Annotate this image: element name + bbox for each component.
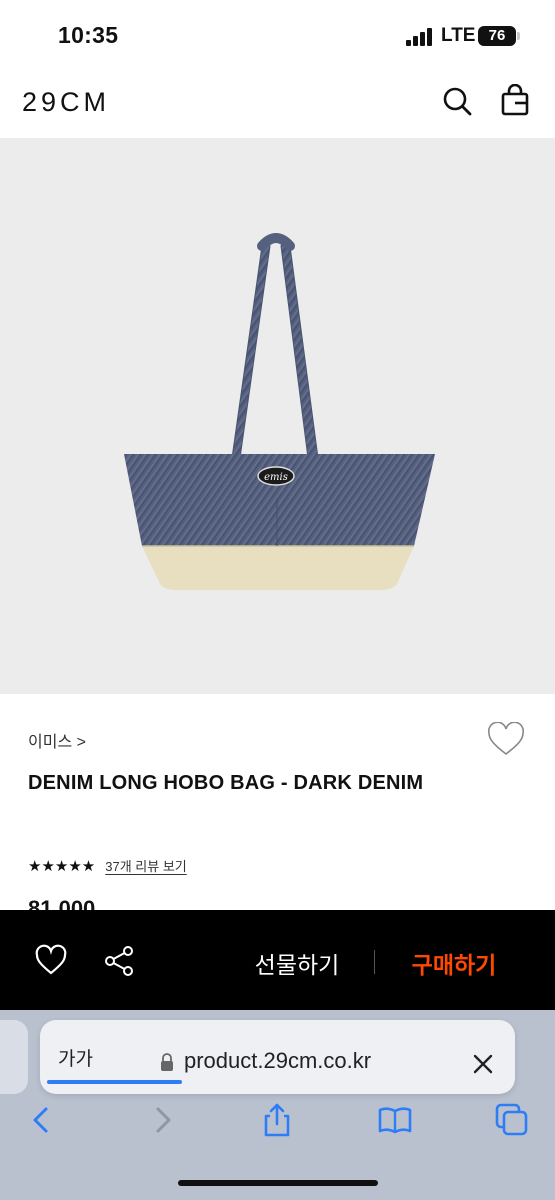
page-settings-button[interactable]: 가가 — [58, 1044, 93, 1071]
product-title: DENIM LONG HOBO BAG - DARK DENIM — [28, 772, 424, 794]
share-icon[interactable] — [102, 944, 136, 978]
product-price: 81,000 — [28, 896, 96, 910]
forward-icon — [156, 1107, 171, 1133]
share-icon[interactable] — [259, 1102, 295, 1138]
close-icon[interactable] — [472, 1053, 494, 1075]
buy-button[interactable]: 구매하기 — [395, 946, 513, 980]
tabs-icon[interactable] — [494, 1102, 530, 1138]
browser-chrome: 가가 product.29cm.co.kr — [0, 1010, 555, 1200]
product-rating: ★★★★★ 37개 리뷰 보기 — [28, 856, 187, 875]
url-text[interactable]: product.29cm.co.kr — [184, 1048, 371, 1074]
action-divider — [374, 950, 375, 974]
product-image[interactable]: emis — [0, 138, 555, 694]
brand-logo[interactable]: 29CM — [22, 87, 110, 118]
gift-button[interactable]: 선물하기 — [238, 946, 356, 980]
app-header: 29CM — [0, 70, 555, 138]
shopping-bag-icon[interactable] — [498, 84, 532, 118]
network-type: LTE — [441, 25, 476, 46]
tote-bag-photo: emis — [124, 233, 435, 590]
rating-stars: ★★★★★ — [28, 857, 96, 875]
status-time: 10:35 — [58, 22, 119, 48]
heart-icon[interactable] — [34, 944, 68, 978]
review-link[interactable]: 37개 리뷰 보기 — [105, 856, 186, 875]
back-icon[interactable] — [24, 1102, 60, 1138]
previous-tab-peek[interactable] — [0, 1020, 28, 1094]
heart-icon[interactable] — [487, 722, 525, 758]
purchase-action-bar: 선물하기 구매하기 — [0, 910, 555, 1010]
cellular-signal-icon — [406, 28, 434, 46]
logo-patch-text: emis — [264, 472, 288, 483]
search-icon[interactable] — [440, 84, 474, 118]
lock-icon — [161, 1053, 173, 1071]
battery-icon: 76 — [478, 26, 520, 46]
page-load-progress — [47, 1080, 182, 1084]
brand-link[interactable]: 이미스 > — [28, 728, 86, 752]
bookmarks-icon[interactable] — [377, 1102, 413, 1138]
status-bar: 10:35 LTE 76 — [0, 0, 555, 70]
home-indicator — [178, 1180, 378, 1186]
